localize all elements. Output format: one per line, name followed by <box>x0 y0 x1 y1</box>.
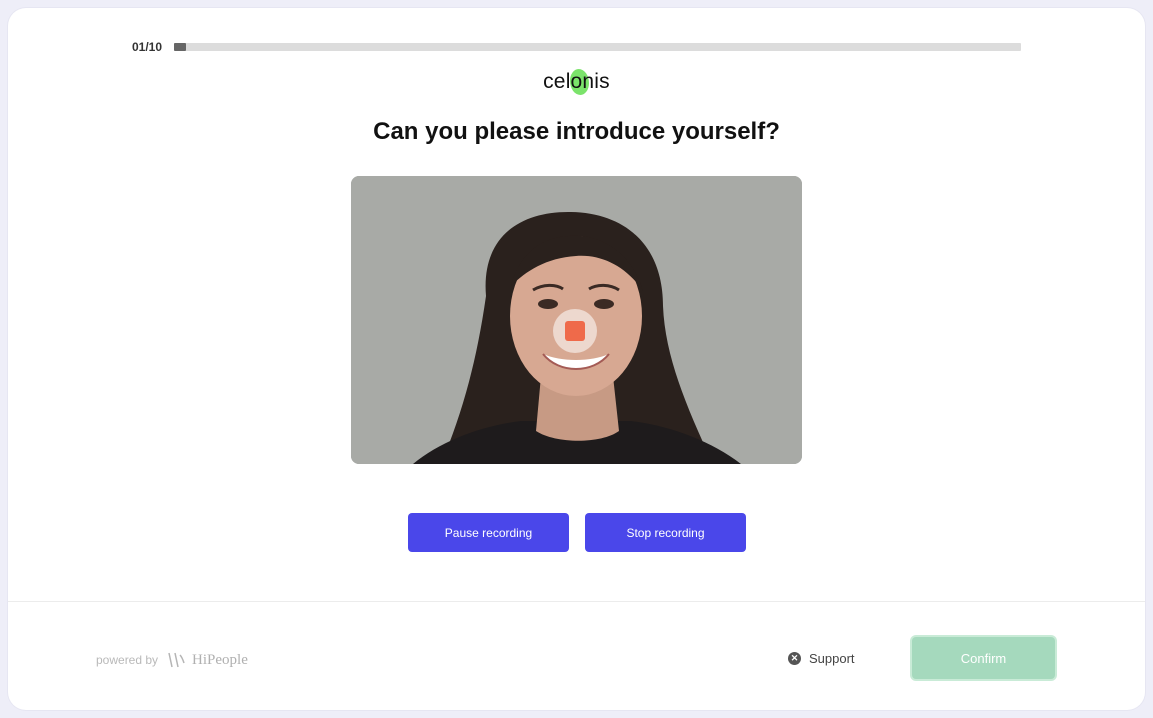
company-logo: celonis <box>8 69 1145 95</box>
progress-bar <box>174 43 1021 51</box>
close-circle-icon: ✕ <box>788 652 801 665</box>
hipeople-brand: HiPeople <box>192 651 248 668</box>
interview-card: 01/10 celonis Can you please introduce y… <box>8 8 1145 710</box>
support-label: Support <box>809 651 855 666</box>
video-preview <box>351 176 802 464</box>
support-link[interactable]: ✕ Support <box>788 651 855 666</box>
powered-by-label: powered by <box>96 653 159 667</box>
stop-square-icon <box>565 321 585 341</box>
footer-divider <box>8 601 1145 602</box>
stop-recording-button[interactable]: Stop recording <box>585 513 746 552</box>
powered-by: powered by HiPeople <box>96 651 248 669</box>
progress-counter: 01/10 <box>132 40 163 54</box>
logo-text: celonis <box>543 70 610 93</box>
progress-bar-fill <box>174 43 186 51</box>
stop-record-button[interactable] <box>553 309 597 353</box>
confirm-button[interactable]: Confirm <box>912 637 1055 679</box>
pause-recording-button[interactable]: Pause recording <box>408 513 569 552</box>
question-title: Can you please introduce yourself? <box>373 118 780 145</box>
hipeople-logo-icon <box>168 652 185 668</box>
